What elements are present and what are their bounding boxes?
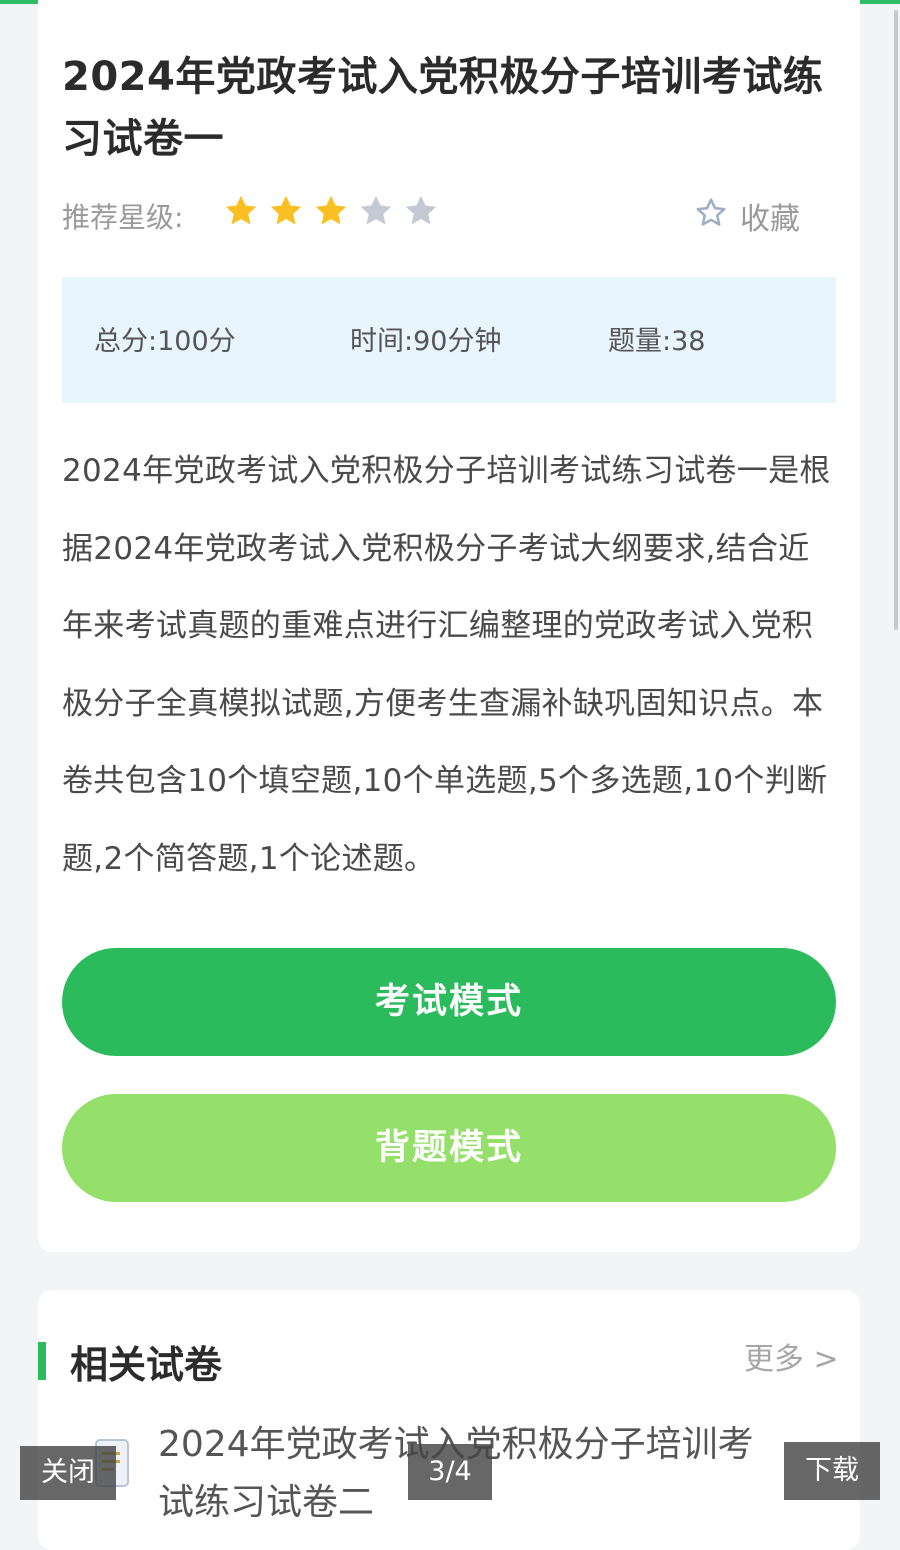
- star-icon: [360, 195, 392, 225]
- total-score: 总分:100分: [94, 326, 236, 357]
- close-button[interactable]: 关闭: [20, 1446, 116, 1500]
- scrollbar[interactable]: [894, 10, 898, 630]
- related-section-title: 相关试卷: [70, 1343, 223, 1387]
- star-icon: [225, 195, 257, 225]
- exam-detail-card: 2024年党政考试入党积极分子培训考试练习试卷一 推荐星级: 收藏 总分:100…: [38, 0, 860, 1252]
- download-button[interactable]: 下载: [784, 1442, 880, 1500]
- star-icon: [270, 195, 302, 225]
- more-link[interactable]: 更多 >: [744, 1334, 839, 1378]
- star-outline-icon: [696, 198, 726, 226]
- exam-info-box: 总分:100分 时间:90分钟 题量:38: [62, 277, 836, 403]
- recite-mode-button[interactable]: 背题模式: [62, 1094, 836, 1202]
- exam-description: 2024年党政考试入党积极分子培训考试练习试卷一是根据2024年党政考试入党积极…: [62, 453, 831, 877]
- rating-label: 推荐星级:: [62, 201, 184, 234]
- star-icon: [315, 195, 347, 225]
- favorite-label: 收藏: [740, 202, 800, 237]
- star-icon: [405, 195, 437, 225]
- rating-row: 推荐星级: 收藏: [62, 190, 822, 237]
- question-count: 题量:38: [608, 326, 706, 357]
- page-indicator: 3/4: [408, 1444, 492, 1500]
- exam-mode-button[interactable]: 考试模式: [62, 948, 836, 1056]
- exam-title: 2024年党政考试入党积极分子培训考试练习试卷一: [62, 54, 824, 162]
- related-exams-card: 相关试卷 更多 > 2024年党政考试入党积极分子培训考试练习试卷二: [38, 1290, 860, 1550]
- exam-time: 时间:90分钟: [350, 326, 502, 357]
- section-accent-bar: [38, 1342, 46, 1380]
